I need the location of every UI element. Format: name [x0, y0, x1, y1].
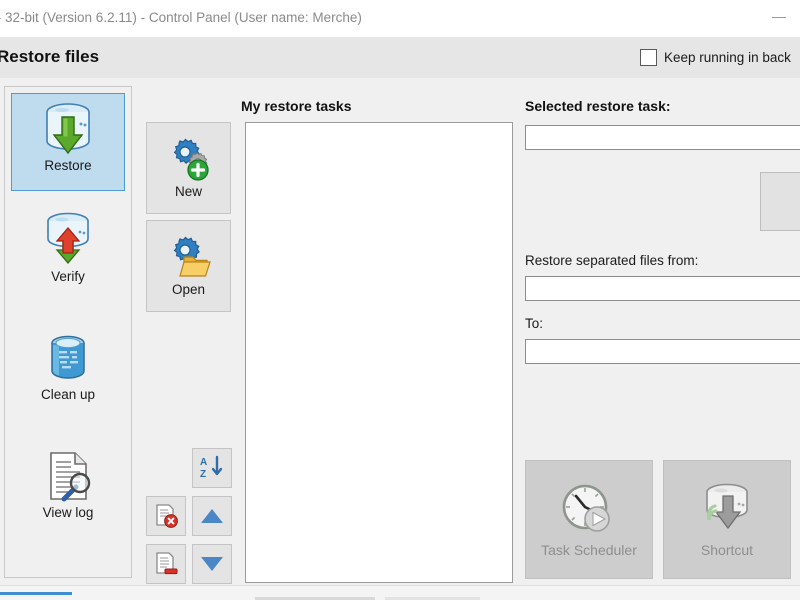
minimize-button[interactable]: [760, 0, 800, 30]
page-title: Restore files: [0, 47, 100, 66]
shortcut-label: Shortcut: [700, 541, 754, 558]
sort-az-icon: A Z: [199, 455, 225, 481]
new-task-button[interactable]: New: [146, 122, 231, 214]
triangle-up-icon: [199, 506, 225, 526]
sidebar-item-label: View log: [42, 505, 94, 520]
browse-task-button[interactable]: [760, 172, 800, 231]
application-window: up - 32-bit (Version 6.2.11) - Control P…: [0, 0, 800, 600]
sidebar-item-verify[interactable]: Verify: [11, 205, 125, 303]
recycle-bin-icon: [40, 327, 96, 389]
sidebar-item-label: Restore: [44, 158, 92, 173]
disk-up-down-arrow-icon: [40, 209, 96, 271]
minimize-icon: [772, 17, 786, 18]
clock-play-icon: [559, 482, 619, 538]
window-title: up - 32-bit (Version 6.2.11) - Control P…: [0, 10, 362, 25]
sidebar-item-view-log[interactable]: View log: [11, 441, 125, 539]
task-scheduler-button[interactable]: Task Scheduler: [525, 460, 653, 579]
new-gear-plus-icon: [166, 137, 212, 183]
main-body: Restore Verify Clean up View log New Ope…: [0, 78, 800, 585]
open-task-label: Open: [171, 282, 206, 297]
page-header: Restore files Keep running in back: [0, 37, 800, 79]
shortcut-button[interactable]: Shortcut: [663, 460, 791, 579]
taskbar-strip: [0, 585, 800, 600]
title-bar: up - 32-bit (Version 6.2.11) - Control P…: [0, 0, 800, 37]
open-gear-folder-icon: [166, 235, 212, 281]
sidebar-item-label: Clean up: [40, 387, 96, 402]
sort-az-button[interactable]: A Z: [192, 448, 232, 488]
task-scheduler-label: Task Scheduler: [541, 541, 637, 558]
svg-text:Z: Z: [200, 469, 206, 480]
open-task-button[interactable]: Open: [146, 220, 231, 312]
disk-shortcut-icon: [697, 482, 757, 538]
svg-text:A: A: [200, 457, 207, 468]
to-input[interactable]: [525, 339, 800, 364]
remove-task-button[interactable]: [146, 544, 186, 584]
triangle-down-icon: [199, 554, 225, 574]
keep-running-label: Keep running in back: [664, 50, 791, 65]
keep-running-checkbox-group[interactable]: Keep running in back: [640, 49, 791, 66]
sidebar-item-restore[interactable]: Restore: [11, 93, 125, 191]
accent-bar: [0, 592, 72, 595]
selected-task-input[interactable]: [525, 125, 800, 150]
tasks-panel-title: My restore tasks: [241, 98, 352, 114]
restore-tasks-list[interactable]: [245, 122, 513, 583]
document-search-icon: [40, 445, 96, 507]
restore-from-input[interactable]: [525, 276, 800, 301]
restore-from-label: Restore separated files from:: [525, 253, 699, 268]
move-task-down-button[interactable]: [192, 544, 232, 584]
sidebar-item-label: Verify: [51, 269, 85, 284]
to-label: To:: [525, 316, 544, 331]
sidebar-panel: Restore Verify Clean up View log: [4, 86, 132, 578]
move-task-up-button[interactable]: [192, 496, 232, 536]
keep-running-checkbox[interactable]: [640, 49, 657, 66]
document-delete-icon: [153, 503, 179, 529]
disk-down-arrow-icon: [40, 98, 96, 160]
document-remove-icon: [153, 551, 179, 577]
new-task-label: New: [174, 184, 202, 199]
sidebar-item-clean-up[interactable]: Clean up: [11, 323, 125, 421]
delete-task-button[interactable]: [146, 496, 186, 536]
selected-task-label: Selected restore task:: [525, 98, 671, 114]
